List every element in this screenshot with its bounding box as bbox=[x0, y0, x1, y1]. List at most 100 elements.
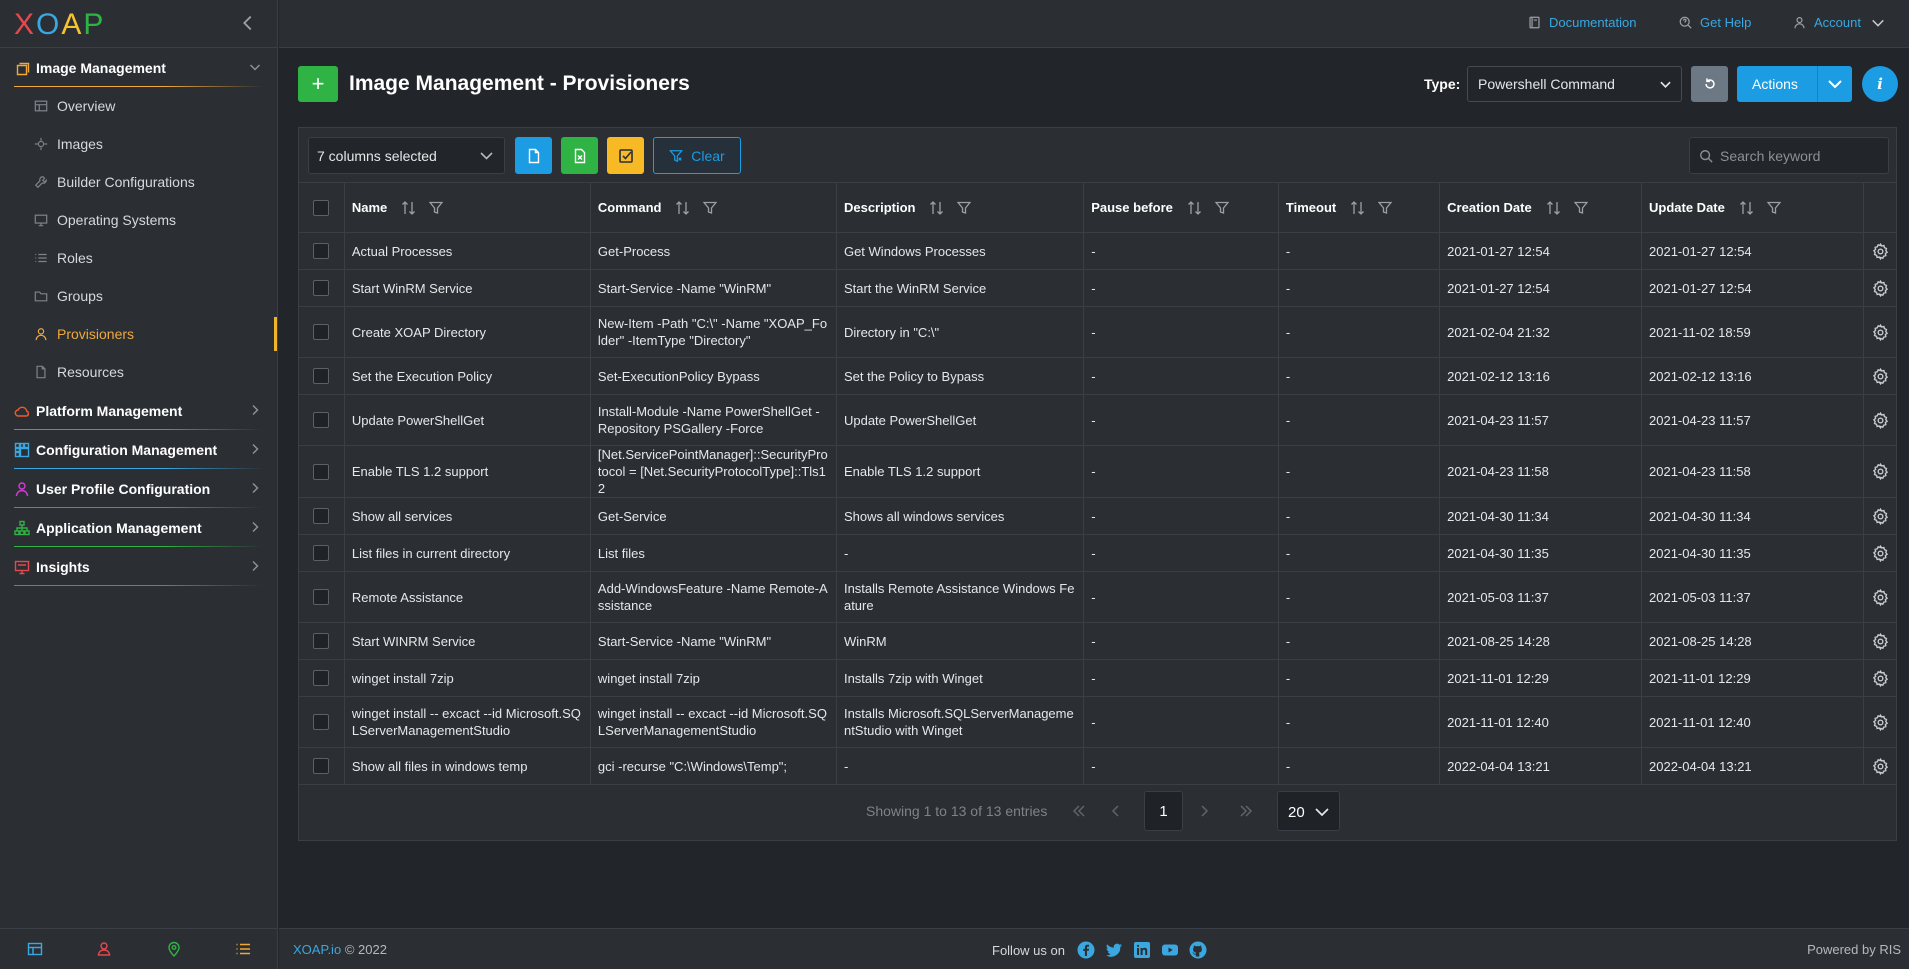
gear-icon[interactable] bbox=[1872, 367, 1889, 385]
table-row[interactable]: Enable TLS 1.2 support [Net.ServicePointM… bbox=[299, 445, 1896, 498]
prev-page-button[interactable] bbox=[1103, 798, 1129, 824]
row-checkbox[interactable] bbox=[313, 243, 330, 259]
sidebar-item-provisioners[interactable]: Provisioners bbox=[0, 315, 277, 353]
filter-icon[interactable] bbox=[703, 201, 718, 215]
last-page-button[interactable] bbox=[1233, 798, 1259, 824]
page-size-select[interactable]: 20 bbox=[1277, 791, 1340, 831]
get-help-link[interactable]: Get Help bbox=[1679, 15, 1751, 30]
nav-group-image-management[interactable]: Image Management bbox=[0, 48, 277, 87]
search-box[interactable] bbox=[1689, 137, 1889, 174]
sort-icon[interactable] bbox=[1739, 200, 1755, 216]
nav-group-application-management[interactable]: Application Management bbox=[0, 508, 277, 547]
table-row[interactable]: Show all services Get-Service Shows all wi… bbox=[299, 497, 1896, 535]
gear-icon[interactable] bbox=[1872, 632, 1889, 650]
nav-group-platform-management[interactable]: Platform Management bbox=[0, 391, 277, 430]
search-input[interactable] bbox=[1720, 138, 1885, 173]
table-row[interactable]: Start WINRM Service Start-Service -Name "… bbox=[299, 622, 1896, 660]
table-row[interactable]: Create XOAP Directory New-Item -Path "C:\… bbox=[299, 306, 1896, 358]
youtube-icon[interactable] bbox=[1161, 941, 1179, 959]
reset-button[interactable] bbox=[1691, 66, 1728, 102]
row-checkbox[interactable] bbox=[313, 412, 330, 428]
table-row[interactable]: List files in current directory List file… bbox=[299, 534, 1896, 572]
export-excel-button[interactable] bbox=[561, 137, 598, 174]
location-icon[interactable] bbox=[166, 941, 182, 957]
nav-group-insights[interactable]: Insights bbox=[0, 547, 277, 586]
xoap-logo[interactable]: XOAP bbox=[14, 8, 105, 42]
gear-icon[interactable] bbox=[1872, 242, 1889, 260]
row-checkbox[interactable] bbox=[313, 714, 330, 730]
gear-icon[interactable] bbox=[1872, 757, 1889, 775]
export-csv-button[interactable] bbox=[515, 137, 552, 174]
nav-group-user-profile-configuration[interactable]: User Profile Configuration bbox=[0, 469, 277, 508]
gear-icon[interactable] bbox=[1872, 411, 1889, 429]
linkedin-icon[interactable] bbox=[1133, 941, 1151, 959]
sidebar-item-groups[interactable]: Groups bbox=[0, 277, 277, 315]
first-page-button[interactable] bbox=[1066, 798, 1092, 824]
documentation-link[interactable]: Documentation bbox=[1528, 15, 1636, 30]
select-all-checkbox[interactable] bbox=[313, 199, 330, 216]
gear-icon[interactable] bbox=[1872, 279, 1889, 297]
filter-icon[interactable] bbox=[1766, 201, 1781, 215]
filter-icon[interactable] bbox=[957, 201, 972, 215]
filter-icon[interactable] bbox=[1378, 201, 1393, 215]
select-all-button[interactable] bbox=[607, 137, 644, 174]
sort-icon[interactable] bbox=[929, 200, 945, 216]
next-page-button[interactable] bbox=[1191, 798, 1217, 824]
sort-icon[interactable] bbox=[675, 200, 691, 216]
nav-group-configuration-management[interactable]: Configuration Management bbox=[0, 430, 277, 469]
row-checkbox[interactable] bbox=[313, 280, 330, 296]
list-icon[interactable] bbox=[235, 941, 251, 957]
table-row[interactable]: Show all files in windows temp gci -recur… bbox=[299, 747, 1896, 785]
row-checkbox[interactable] bbox=[313, 545, 330, 561]
chevron-down-icon[interactable] bbox=[1828, 78, 1842, 90]
clear-filters-button[interactable]: Clear bbox=[653, 137, 741, 174]
table-row[interactable]: Update PowerShellGet Install-Module -Name… bbox=[299, 394, 1896, 446]
add-provisioner-button[interactable]: + bbox=[298, 66, 338, 102]
row-checkbox[interactable] bbox=[313, 368, 330, 384]
gear-icon[interactable] bbox=[1872, 323, 1889, 341]
table-row[interactable]: Set the Execution Policy Set-ExecutionPol… bbox=[299, 357, 1896, 395]
sort-icon[interactable] bbox=[1350, 200, 1366, 216]
sidebar-item-roles[interactable]: Roles bbox=[0, 239, 277, 277]
sort-icon[interactable] bbox=[1546, 200, 1562, 216]
type-select[interactable]: Powershell Command bbox=[1467, 66, 1682, 102]
row-checkbox[interactable] bbox=[313, 463, 330, 480]
sidebar-item-resources[interactable]: Resources bbox=[0, 353, 277, 391]
sort-icon[interactable] bbox=[1187, 200, 1203, 216]
row-checkbox[interactable] bbox=[313, 758, 330, 774]
gear-icon[interactable] bbox=[1872, 507, 1889, 525]
table-row[interactable]: Remote Assistance Add-WindowsFeature -Nam… bbox=[299, 571, 1896, 623]
sort-icon[interactable] bbox=[401, 200, 417, 216]
row-checkbox[interactable] bbox=[313, 324, 330, 340]
sidebar-item-images[interactable]: Images bbox=[0, 125, 277, 163]
row-checkbox[interactable] bbox=[313, 508, 330, 524]
row-checkbox[interactable] bbox=[313, 670, 330, 686]
info-button[interactable]: i bbox=[1862, 66, 1898, 102]
gear-icon[interactable] bbox=[1872, 463, 1889, 480]
row-checkbox[interactable] bbox=[313, 589, 330, 605]
actions-button[interactable]: Actions bbox=[1737, 66, 1852, 102]
gear-icon[interactable] bbox=[1872, 669, 1889, 687]
table-row[interactable]: winget install -- excact --id Microsoft.… bbox=[299, 696, 1896, 748]
columns-select[interactable]: 7 columns selected bbox=[308, 137, 505, 174]
table-row[interactable]: Actual Processes Get-Process Get Windows P… bbox=[299, 232, 1896, 270]
twitter-icon[interactable] bbox=[1105, 941, 1123, 959]
row-checkbox[interactable] bbox=[313, 633, 330, 649]
gear-icon[interactable] bbox=[1872, 588, 1889, 606]
account-menu[interactable]: Account bbox=[1793, 15, 1885, 30]
table-row[interactable]: Start WinRM Service Start-Service -Name "… bbox=[299, 269, 1896, 307]
filter-icon[interactable] bbox=[1214, 201, 1229, 215]
sidebar-collapse-icon[interactable] bbox=[237, 12, 259, 34]
sidebar-item-overview[interactable]: Overview bbox=[0, 87, 277, 125]
sidebar-item-operating-systems[interactable]: Operating Systems bbox=[0, 201, 277, 239]
gear-icon[interactable] bbox=[1872, 713, 1889, 731]
github-icon[interactable] bbox=[1189, 941, 1207, 959]
filter-icon[interactable] bbox=[429, 201, 444, 215]
table-icon[interactable] bbox=[27, 941, 43, 957]
table-row[interactable]: winget install 7zip winget install 7zip In… bbox=[299, 659, 1896, 697]
user-alert-icon[interactable] bbox=[96, 941, 112, 957]
gear-icon[interactable] bbox=[1872, 544, 1889, 562]
sidebar-item-builder-configurations[interactable]: Builder Configurations bbox=[0, 163, 277, 201]
xoap-link[interactable]: XOAP.io bbox=[293, 942, 341, 957]
filter-icon[interactable] bbox=[1573, 201, 1588, 215]
